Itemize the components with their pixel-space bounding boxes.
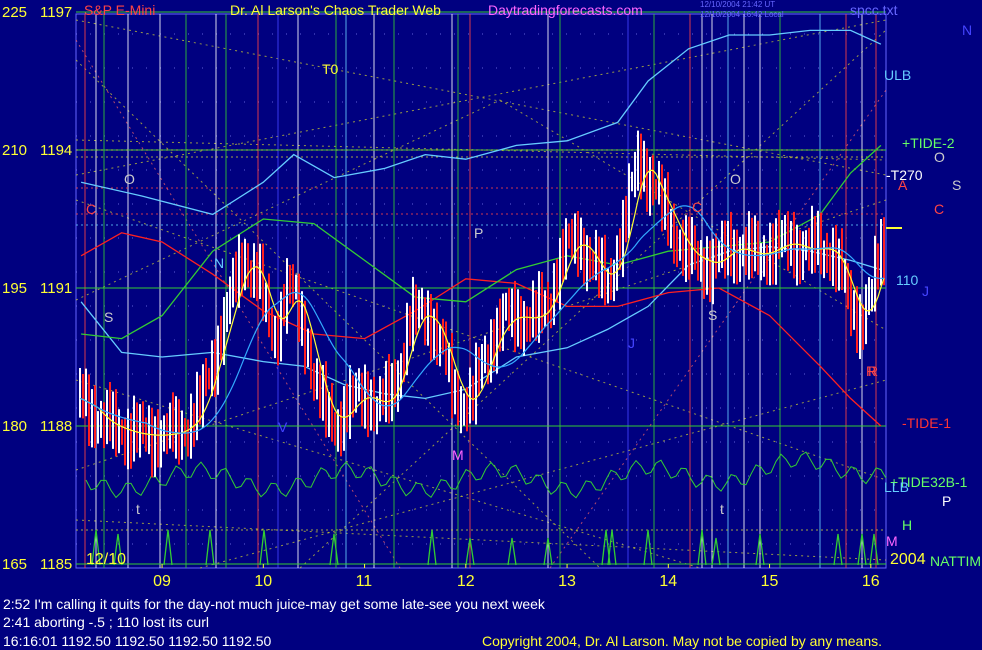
site-name: Daytradingforecasts.com — [488, 2, 643, 18]
right-letter: A — [898, 177, 908, 193]
x-tick-label: 14 — [659, 573, 677, 590]
series-label: -TIDE-1 — [902, 415, 951, 431]
right-letter: H — [902, 517, 912, 533]
y-label-right: 1191 — [40, 280, 72, 297]
y-label-right: 1185 — [40, 556, 72, 573]
chart-letter: J — [628, 335, 635, 351]
x-tick-label: 10 — [254, 573, 272, 590]
x-tick-label: 15 — [761, 573, 779, 590]
y-label-right: 1194 — [40, 142, 72, 159]
chart-letter: O — [124, 171, 135, 187]
chart-title: S&P E-Mini — [84, 2, 155, 18]
y-label-left: 225 — [2, 4, 27, 21]
chart-letter: O — [730, 171, 741, 187]
right-letter: P — [942, 493, 951, 509]
chart-letter: t — [136, 501, 140, 517]
y-label-left: 210 — [2, 142, 27, 159]
series-label: +TIDE-2 — [902, 135, 955, 151]
series-label: 110 — [896, 272, 919, 288]
chart-letter: P — [474, 225, 483, 241]
series-label: NATTIM — [930, 553, 981, 569]
timestamp-local: 12/10/2004 16:42 Local — [700, 10, 784, 19]
y-label-left: 195 — [2, 280, 27, 297]
quote-line: 16:16:01 1192.50 1192.50 1192.50 1192.50 — [3, 633, 272, 649]
header-title: Dr. Al Larson's Chaos Trader Web — [230, 2, 441, 18]
chart-letter: C — [692, 199, 702, 215]
data-file: spcc.txt — [850, 2, 898, 18]
x-tick-label: 11 — [356, 573, 373, 590]
chart-letter: V — [278, 419, 288, 435]
message-line-2: 2:41 aborting -.5 ; 110 lost its curl — [3, 614, 209, 630]
message-line-1: 2:52 I'm calling it quits for the day-no… — [3, 596, 545, 612]
chart-letter: N — [214, 255, 224, 271]
timestamp-ut: 12/10/2004 21:42 UT — [700, 0, 775, 9]
chart-letter: t — [720, 501, 724, 517]
right-letter: M — [886, 533, 898, 549]
start-date: 12/10 — [86, 551, 126, 568]
y-label-right: 1197 — [40, 4, 72, 21]
chart-letter: S — [708, 307, 717, 323]
chart-letter: S — [104, 309, 113, 325]
chart-letter: C — [86, 201, 96, 217]
y-label-left: 180 — [2, 418, 27, 435]
right-letter: S — [952, 177, 961, 193]
x-tick-label: 09 — [153, 573, 171, 590]
right-letter: J — [922, 283, 929, 299]
right-letter: O — [934, 149, 945, 165]
x-tick-label: 12 — [457, 573, 475, 590]
y-label-right: 1188 — [40, 418, 72, 435]
right-letter: C — [934, 201, 944, 217]
y-label-left: 165 — [2, 556, 27, 573]
chaos-chart: 225 1197 210 1194 195 1191 180 1188 165 1185 09 10… — [0, 0, 982, 650]
copyright: Copyright 2004, Dr. Al Larson. May not b… — [482, 633, 883, 649]
x-tick-label: 13 — [558, 573, 576, 590]
x-tick-label: 16 — [862, 573, 880, 590]
right-letter: R — [868, 363, 878, 379]
series-label: ULB — [884, 67, 911, 83]
chart-letter: T0 — [322, 61, 339, 77]
chart-letter: M — [452, 447, 464, 463]
series-label: LLB — [884, 479, 909, 495]
year-label: 2004 — [890, 551, 926, 568]
right-letter: N — [962, 22, 972, 38]
